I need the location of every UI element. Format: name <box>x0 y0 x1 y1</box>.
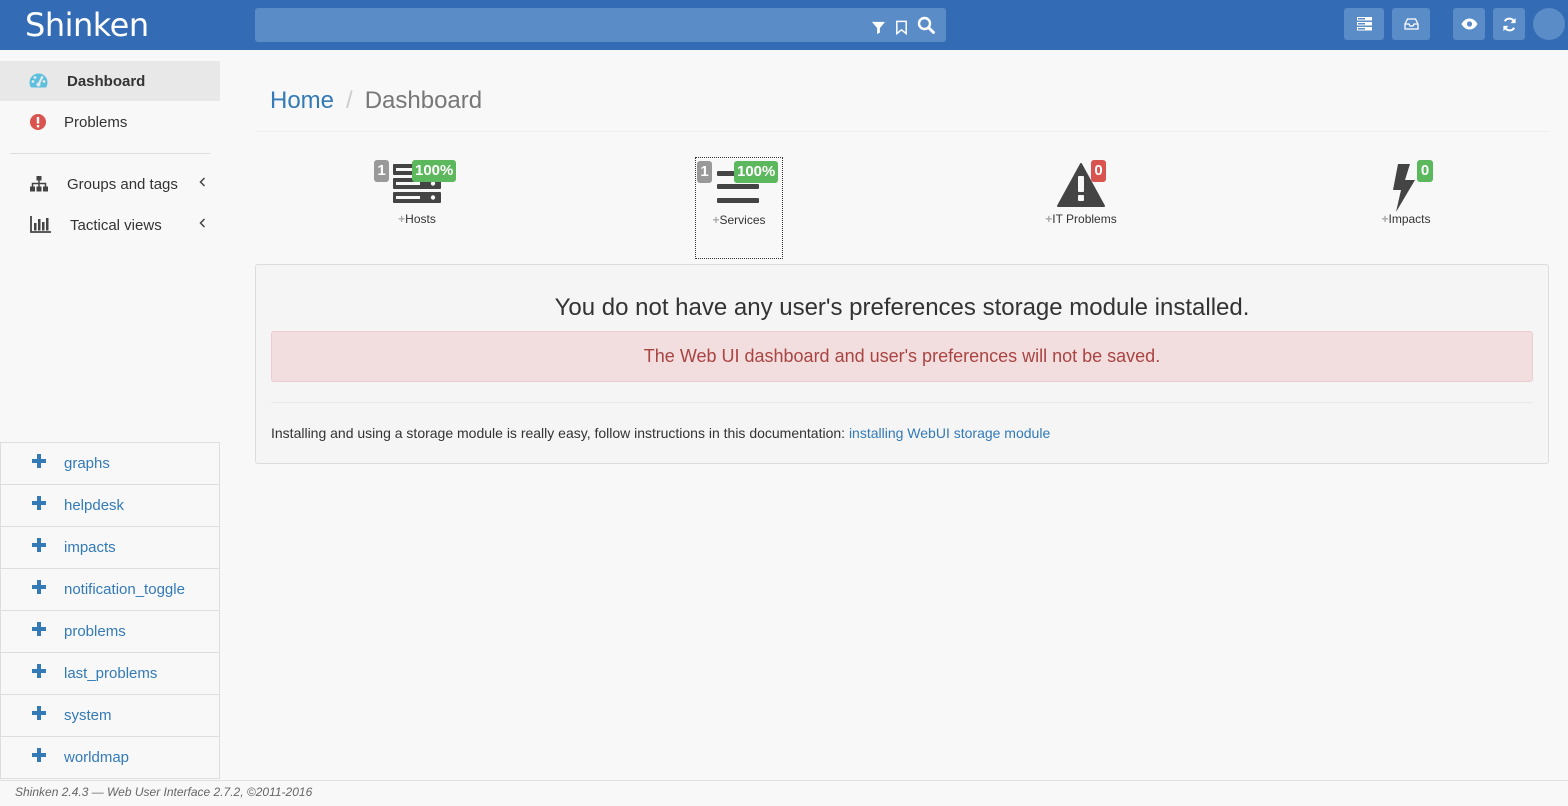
divider <box>255 131 1549 132</box>
breadcrumb-separator: / <box>346 87 353 114</box>
widget-label: worldmap <box>64 749 130 766</box>
eye-icon <box>1461 18 1477 30</box>
sidebar: Dashboard Problems Groups and tags Tacti… <box>0 50 220 780</box>
divider <box>271 402 1533 403</box>
stat-caption: +Impacts <box>1372 212 1440 226</box>
server-icon <box>1356 17 1372 31</box>
panel-title: You do not have any user's preferences s… <box>554 294 1250 321</box>
exclamation-circle-icon <box>30 114 46 130</box>
widget-label: system <box>64 707 112 724</box>
stat-caption: +Hosts <box>372 212 462 226</box>
chevron-left-icon <box>199 177 206 187</box>
stat-label: Hosts <box>405 212 436 226</box>
stat-impacts[interactable]: 0 +Impacts <box>1372 158 1440 233</box>
bar-chart-icon <box>30 216 51 233</box>
sitemap-icon <box>30 176 48 192</box>
refresh-button[interactable] <box>1493 8 1525 40</box>
widget-item-problems[interactable]: problems <box>1 611 219 653</box>
hosts-percent-badge: 100% <box>412 160 457 182</box>
widget-label: helpdesk <box>64 497 125 514</box>
sidebar-item-label: Dashboard <box>67 72 146 90</box>
sidebar-item-problems[interactable]: Problems <box>0 102 220 142</box>
storage-warning-panel: You do not have any user's preferences s… <box>255 264 1549 464</box>
breadcrumb-home-link[interactable]: Home <box>270 87 334 114</box>
danger-alert: The Web UI dashboard and user's preferen… <box>271 331 1533 382</box>
stat-it-problems[interactable]: 0 +IT Problems <box>1035 158 1127 233</box>
widget-label: impacts <box>64 539 116 556</box>
info-text: Installing and using a storage module is… <box>271 425 849 441</box>
widget-list: graphs helpdesk impacts notification_tog… <box>0 442 220 779</box>
panel-info: Installing and using a storage module is… <box>271 425 1050 441</box>
widget-label: last_problems <box>64 665 158 682</box>
app-logo[interactable]: Shinken <box>25 6 149 44</box>
stat-label: IT Problems <box>1052 212 1117 226</box>
plus-icon <box>32 748 46 762</box>
search-icon[interactable] <box>917 16 935 34</box>
stat-services[interactable]: 1 100% +Services <box>695 157 783 259</box>
search-input[interactable] <box>255 8 946 42</box>
inbox-icon <box>1403 18 1419 30</box>
widget-item-impacts[interactable]: impacts <box>1 527 219 569</box>
widget-item-notification-toggle[interactable]: notification_toggle <box>1 569 219 611</box>
widget-item-worldmap[interactable]: worldmap <box>1 737 219 779</box>
it-problems-count-badge: 0 <box>1091 160 1106 182</box>
eye-button[interactable] <box>1453 8 1485 40</box>
plus-icon <box>32 538 46 552</box>
footer-text: Shinken 2.4.3 — Web User Interface 2.7.2… <box>15 785 313 799</box>
breadcrumb-current: Dashboard <box>364 87 483 114</box>
stat-hosts[interactable]: 1 100% +Hosts <box>372 158 462 233</box>
filter-icon[interactable] <box>871 20 886 35</box>
bookmark-icon[interactable] <box>895 20 908 35</box>
chevron-left-icon <box>199 218 206 228</box>
breadcrumb: Home / Dashboard <box>270 86 482 116</box>
top-navbar: Shinken <box>0 0 1568 50</box>
stat-label: Impacts <box>1388 212 1431 226</box>
bolt-icon <box>1393 164 1415 212</box>
plus-icon <box>32 706 46 720</box>
widget-label: notification_toggle <box>64 581 185 598</box>
sidebar-item-groups-and-tags[interactable]: Groups and tags <box>0 164 220 204</box>
stat-caption: +IT Problems <box>1035 212 1127 226</box>
hosts-count-badge: 1 <box>374 160 389 182</box>
footer: Shinken 2.4.3 — Web User Interface 2.7.2… <box>0 780 1568 806</box>
stat-caption: +Services <box>696 213 782 227</box>
sidebar-item-label: Problems <box>64 113 128 131</box>
services-count-badge: 1 <box>697 161 712 183</box>
plus-icon <box>32 622 46 636</box>
impacts-count-badge: 0 <box>1417 160 1433 182</box>
services-percent-badge: 100% <box>734 161 779 183</box>
documentation-link[interactable]: installing WebUI storage module <box>849 425 1050 441</box>
widget-item-graphs[interactable]: graphs <box>1 443 219 485</box>
plus-icon <box>32 580 46 594</box>
user-avatar[interactable] <box>1533 8 1565 40</box>
widget-item-system[interactable]: system <box>1 695 219 737</box>
plus-icon <box>32 496 46 510</box>
sidebar-item-label: Tactical views <box>70 216 162 234</box>
dashboard-icon <box>29 73 48 88</box>
hosts-list-button[interactable] <box>1344 8 1384 40</box>
widget-label: problems <box>64 623 126 640</box>
plus-icon: + <box>712 213 720 227</box>
sidebar-item-label: Groups and tags <box>67 175 178 193</box>
sidebar-item-tactical-views[interactable]: Tactical views <box>0 205 220 245</box>
stat-label: Services <box>719 213 766 227</box>
plus-icon <box>32 454 46 468</box>
plus-icon: + <box>1381 212 1389 226</box>
widget-item-helpdesk[interactable]: helpdesk <box>1 485 219 527</box>
widget-label: graphs <box>64 455 110 472</box>
widget-item-last-problems[interactable]: last_problems <box>1 653 219 695</box>
sidebar-divider <box>10 153 210 154</box>
sidebar-item-dashboard[interactable]: Dashboard <box>0 61 220 101</box>
plus-icon <box>32 664 46 678</box>
inbox-button[interactable] <box>1392 8 1430 40</box>
refresh-icon <box>1502 17 1516 31</box>
